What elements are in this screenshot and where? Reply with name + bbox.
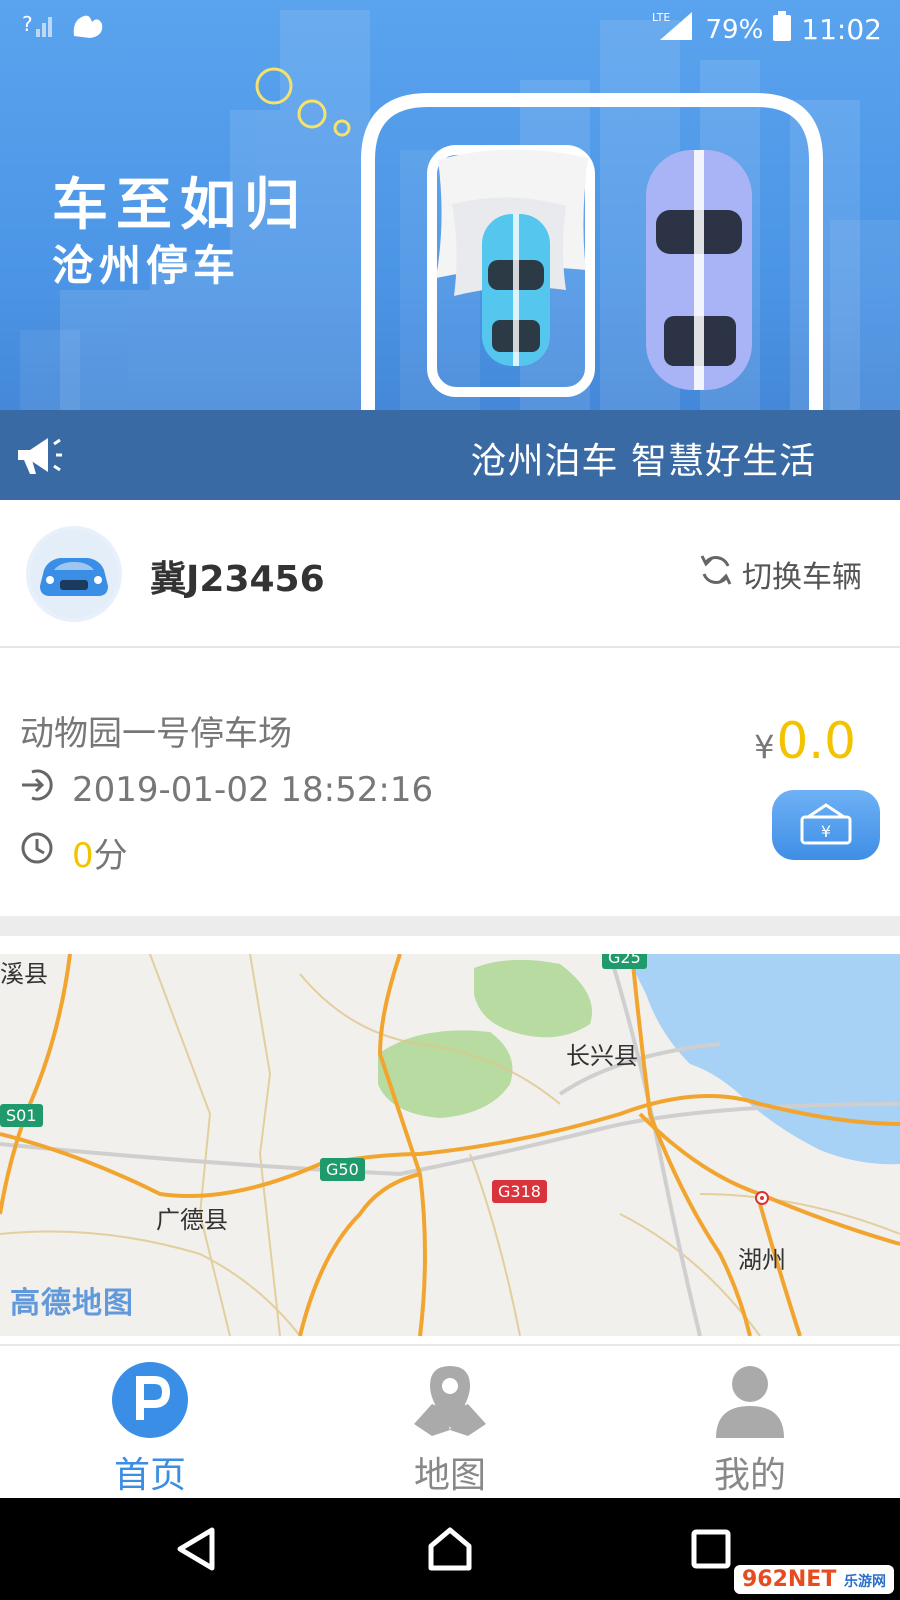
duration-row: 0分 [20, 828, 128, 877]
map-label-huzhou: 湖州 [738, 1246, 786, 1274]
tab-mine[interactable]: 我的 [600, 1346, 900, 1500]
parking-icon [110, 1360, 190, 1440]
app-screen: ? LTE 79% 11:02 车至如归 沧州停车 沧州泊车 智慧好生活 冀J2… [0, 0, 900, 1600]
hero-banner[interactable]: ? LTE 79% 11:02 车至如归 沧州停车 沧州泊车 智慧好生活 [0, 0, 900, 500]
recent-apps-icon[interactable] [686, 1524, 736, 1574]
currency-symbol: ¥ [754, 728, 775, 766]
clock-icon [20, 831, 54, 874]
lte-signal-icon: LTE [652, 10, 696, 49]
wallet-icon: ¥ [798, 801, 854, 849]
watermark-text: 962NET [741, 1567, 837, 1592]
tab-map-label: 地图 [413, 1455, 486, 1496]
watermark-sub: 乐游网 [844, 1574, 886, 1590]
section-divider [0, 916, 900, 936]
duration-unit: 分 [93, 836, 128, 876]
clock-time: 11:02 [801, 13, 882, 46]
road-shield-g50: G50 [320, 1158, 365, 1181]
banner-slogan-main: 车至如归 [52, 173, 308, 238]
tab-mine-label: 我的 [713, 1455, 786, 1496]
battery-icon [773, 11, 792, 48]
map-label-changxing: 长兴县 [566, 1042, 638, 1070]
parking-fee: ¥0.0 [754, 712, 856, 770]
road-shield-g25: G25 [602, 954, 647, 969]
tab-home[interactable]: 首页 [0, 1346, 300, 1500]
switch-vehicle-button[interactable]: 切换车辆 [698, 552, 862, 596]
map-pin-icon [410, 1360, 490, 1440]
fee-amount: 0.0 [776, 712, 856, 770]
home-icon[interactable] [425, 1524, 475, 1574]
megaphone-icon [14, 432, 64, 482]
road-shield-s01: S01 [0, 1104, 43, 1127]
notice-bar[interactable]: 沧州泊车 智慧好生活 [0, 410, 900, 500]
back-icon[interactable] [172, 1524, 222, 1574]
watermark-logo: 962NET 乐游网 [733, 1565, 894, 1594]
user-icon [710, 1360, 790, 1440]
road-shield-g318: G318 [492, 1180, 547, 1203]
uc-browser-icon [70, 10, 104, 47]
tab-home-label: 首页 [113, 1455, 186, 1496]
parking-info-card: 动物园一号停车场 2019-01-02 18:52:16 0分 ¥0.0 ¥ [0, 650, 900, 916]
map-view[interactable]: 溪县 长兴县 广德县 湖州 S01 G50 G318 G25 高德地图 [0, 954, 900, 1336]
entry-time: 2019-01-02 18:52:16 [72, 769, 434, 810]
svg-text:¥: ¥ [821, 822, 831, 841]
duration-value: 0 [72, 836, 94, 876]
status-bar: ? LTE 79% 11:02 [0, 0, 900, 52]
tab-map[interactable]: 地图 [300, 1346, 600, 1500]
system-navigation-bar: 962NET 乐游网 [0, 1498, 900, 1600]
map-canvas [0, 954, 900, 1336]
refresh-icon [698, 552, 734, 596]
banner-slogan-sub: 沧州停车 [52, 241, 241, 290]
entry-time-row: 2019-01-02 18:52:16 [20, 768, 433, 811]
pay-button[interactable]: ¥ [772, 790, 880, 860]
parking-lot-name: 动物园一号停车场 [20, 714, 292, 754]
bottom-tab-bar: 首页 地图 我的 [0, 1344, 900, 1498]
svg-text:?: ? [22, 12, 33, 36]
map-label-guangde: 广德县 [156, 1206, 228, 1234]
entry-arrow-icon [20, 768, 54, 811]
switch-vehicle-label: 切换车辆 [742, 560, 862, 595]
notice-text: 沧州泊车 智慧好生活 [470, 441, 816, 482]
license-plate: 冀J23456 [150, 559, 325, 600]
signal-unknown-icon: ? [22, 11, 52, 46]
vehicle-row: 冀J23456 切换车辆 [0, 500, 900, 648]
car-avatar-icon [26, 526, 122, 622]
amap-logo: 高德地图 [10, 1286, 134, 1321]
battery-percent: 79% [705, 14, 764, 45]
map-label-xi-county: 溪县 [0, 960, 48, 988]
svg-text:LTE: LTE [652, 11, 670, 24]
